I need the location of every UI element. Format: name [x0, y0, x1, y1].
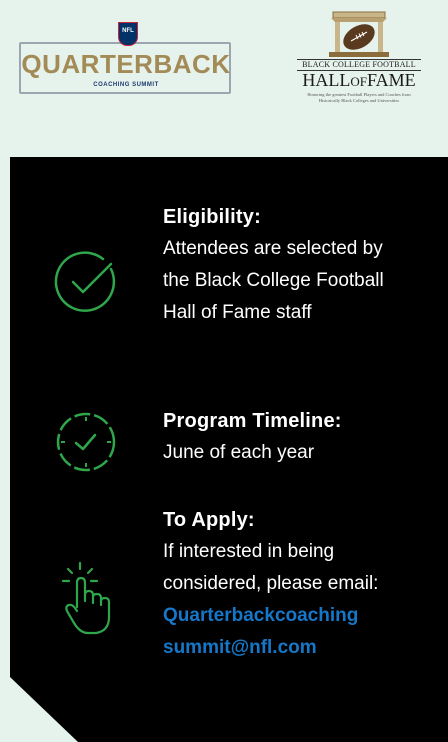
hof-tagline: Honoring the greatest Football Players a… [307, 92, 411, 103]
nfl-shield-icon: NFL [118, 22, 138, 46]
eligibility-heading: Eligibility: [163, 206, 261, 228]
check-circle-icon [54, 251, 116, 312]
apply-body: If interested in being considered, pleas… [163, 541, 379, 594]
apply-text: To Apply: If interested in being conside… [163, 504, 408, 664]
email-line-1: Quarterbackcoaching [163, 605, 359, 626]
hof-title-of: OF [350, 74, 367, 89]
eligibility-body: Attendees are selected by the Black Coll… [163, 238, 384, 323]
clock-icon [56, 412, 116, 472]
logo-subtitle: COACHING SUMMIT [19, 82, 233, 88]
tap-hand-icon [61, 561, 111, 635]
timeline-text: Program Timeline: June of each year [163, 405, 408, 469]
email-line-2: summit@nfl.com [163, 637, 317, 658]
timeline-heading: Program Timeline: [163, 410, 342, 432]
header-logos: NFL QUARTERBACK COACHING SUMMIT BLACK CO… [0, 0, 448, 158]
logo-subtitle-text: COACHING SUMMIT [87, 82, 165, 88]
nfl-shield-text: NFL [122, 28, 134, 34]
football-building-emblem-icon [329, 11, 389, 57]
hof-title-fame: FAME [366, 70, 416, 90]
program-info-panel: Eligibility: Attendees are selected by t… [10, 157, 448, 742]
hof-title-hall: HALL [302, 70, 351, 90]
timeline-body: June of each year [163, 442, 315, 463]
apply-heading: To Apply: [163, 509, 255, 531]
quarterback-coaching-summit-logo: NFL QUARTERBACK COACHING SUMMIT [19, 22, 233, 96]
apply-email-link[interactable]: Quarterbackcoaching summit@nfl.com [163, 600, 408, 664]
logo-wordmark: QUARTERBACK [21, 49, 231, 79]
hof-title-line2: HALLOFFAME [297, 70, 421, 92]
black-college-football-hall-of-fame-logo: BLACK COLLEGE FOOTBALL HALLOFFAME Honori… [297, 10, 421, 110]
eligibility-text: Eligibility: Attendees are selected by t… [163, 201, 408, 329]
